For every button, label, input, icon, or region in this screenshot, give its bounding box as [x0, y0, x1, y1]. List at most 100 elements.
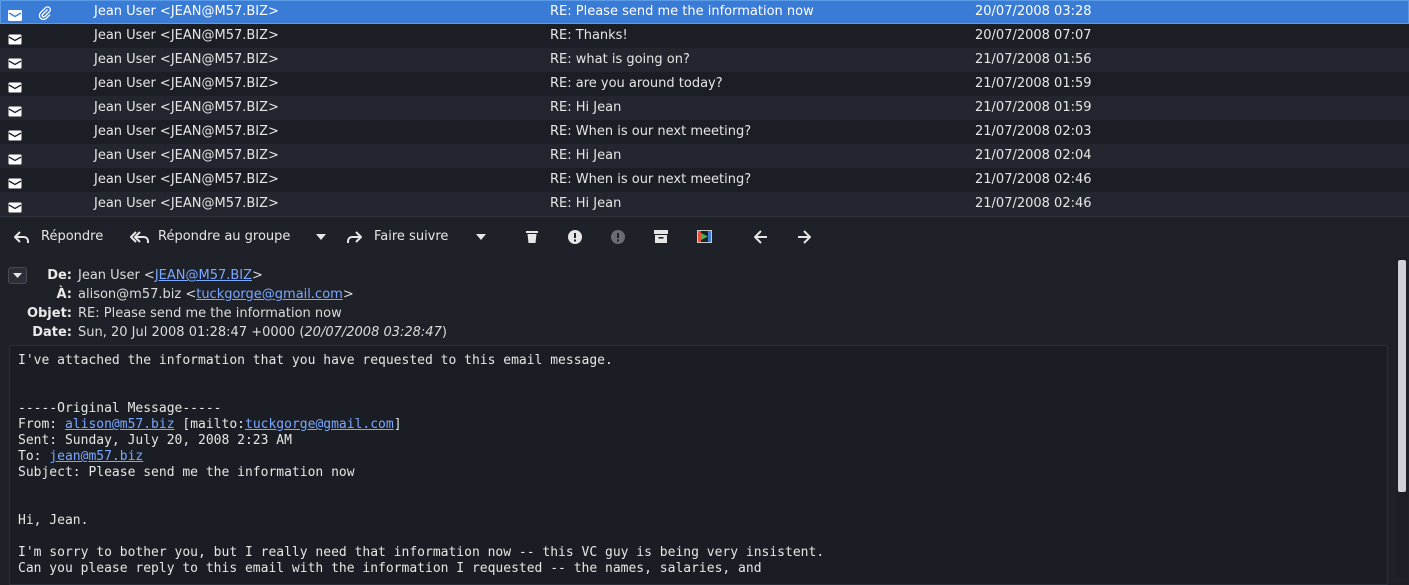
- body-blank: [10, 481, 1387, 497]
- mark-junk-button[interactable]: [563, 217, 587, 257]
- message-date: 21/07/2008 02:03: [975, 124, 1092, 139]
- print-button[interactable]: [692, 217, 716, 257]
- alert-icon: [568, 230, 582, 244]
- to-email-link[interactable]: tuckgorge@gmail.com: [196, 287, 343, 302]
- previous-button[interactable]: [749, 217, 773, 257]
- message-subject: RE: Please send me the information now: [550, 4, 814, 19]
- to-name: alison@m57.biz <: [78, 287, 197, 302]
- envelope-icon: [8, 78, 22, 93]
- message-header: De: Jean User <JEAN@M57.BIZ> À: alison@m…: [0, 257, 1395, 345]
- message-row[interactable]: Jean User <JEAN@M57.BIZ> RE: Hi Jean 21/…: [0, 192, 1409, 216]
- caret-down-icon: [316, 234, 326, 240]
- message-row[interactable]: Jean User <JEAN@M57.BIZ> RE: Please send…: [0, 0, 1409, 24]
- original-message-header: -----Original Message-----: [18, 401, 222, 416]
- message-from: Jean User <JEAN@M57.BIZ>: [94, 76, 279, 91]
- to-value: alison@m57.biz <tuckgorge@gmail.com>: [78, 287, 354, 302]
- message-row[interactable]: Jean User <JEAN@M57.BIZ> RE: When is our…: [0, 168, 1409, 192]
- reply-all-icon: [130, 231, 149, 243]
- envelope-icon: [8, 6, 22, 21]
- vertical-scrollbar-thumb[interactable]: [1398, 260, 1406, 492]
- message-row[interactable]: Jean User <JEAN@M57.BIZ> RE: what is goi…: [0, 48, 1409, 72]
- from-label: De:: [47, 268, 72, 283]
- date-close: ): [441, 325, 447, 340]
- message-date: 20/07/2008 07:07: [975, 28, 1092, 43]
- body-sent-line: Sent: Sunday, July 20, 2008 2:23 AM: [18, 433, 292, 448]
- message-from: Jean User <JEAN@M57.BIZ>: [94, 4, 279, 19]
- paperclip-icon: [38, 5, 52, 21]
- envelope-icon: [8, 54, 22, 69]
- body-blank: [10, 529, 1387, 545]
- message-subject: RE: Hi Jean: [550, 148, 622, 163]
- envelope-icon: [8, 126, 22, 141]
- message-row[interactable]: Jean User <JEAN@M57.BIZ> RE: are you aro…: [0, 72, 1409, 96]
- body-blank: [10, 497, 1387, 513]
- from-value: Jean User <JEAN@M57.BIZ>: [78, 268, 263, 283]
- message-from: Jean User <JEAN@M57.BIZ>: [94, 172, 279, 187]
- body-greeting: Hi, Jean.: [18, 513, 89, 528]
- body-paragraph: Can you please reply to this email with …: [18, 561, 762, 576]
- arrow-left-icon: [754, 230, 767, 244]
- message-date: 21/07/2008 02:46: [975, 196, 1092, 211]
- message-date: 21/07/2008 01:59: [975, 100, 1092, 115]
- body-mailto-link[interactable]: tuckgorge@gmail.com: [245, 417, 394, 432]
- message-date: 21/07/2008 01:59: [975, 76, 1092, 91]
- reply-all-menu-button[interactable]: [310, 217, 332, 257]
- to-label: À:: [56, 287, 72, 302]
- body-from-email-link[interactable]: alison@m57.biz: [65, 417, 175, 432]
- envelope-icon: [8, 198, 22, 213]
- body-subject-line: Subject: Please send me the information …: [18, 465, 355, 480]
- envelope-icon: [8, 150, 22, 165]
- delete-button[interactable]: [520, 217, 544, 257]
- to-close: >: [342, 287, 354, 302]
- print-icon: [697, 230, 712, 243]
- forward-button[interactable]: Faire suivre: [340, 217, 458, 257]
- subject-label: Objet:: [26, 306, 72, 321]
- reply-icon: [14, 231, 29, 243]
- reply-button[interactable]: Répondre: [8, 217, 108, 257]
- message-subject: RE: When is our next meeting?: [550, 124, 752, 139]
- from-name: Jean User <: [78, 268, 155, 283]
- message-subject: RE: Hi Jean: [550, 100, 622, 115]
- message-row[interactable]: Jean User <JEAN@M57.BIZ> RE: When is our…: [0, 120, 1409, 144]
- body-to-email-link[interactable]: jean@m57.biz: [49, 449, 143, 464]
- arrow-right-icon: [798, 230, 811, 244]
- subject-value: RE: Please send me the information now: [78, 306, 342, 321]
- message-date: 21/07/2008 02:04: [975, 148, 1092, 163]
- message-from: Jean User <JEAN@M57.BIZ>: [94, 28, 279, 43]
- message-list[interactable]: Jean User <JEAN@M57.BIZ> RE: Please send…: [0, 0, 1409, 216]
- message-subject: RE: Thanks!: [550, 28, 628, 43]
- from-close: >: [252, 268, 263, 283]
- reply-all-button[interactable]: Répondre au groupe: [124, 217, 296, 257]
- body-mailto-close: ]: [393, 417, 402, 432]
- date-label: Date:: [32, 325, 72, 340]
- date-utc: Sun, 20 Jul 2008 01:28:47 +0000 (: [78, 325, 305, 340]
- forward-label: Faire suivre: [374, 229, 449, 244]
- next-button[interactable]: [792, 217, 816, 257]
- message-from: Jean User <JEAN@M57.BIZ>: [94, 124, 279, 139]
- from-email-link[interactable]: JEAN@M57.BIZ: [155, 268, 252, 283]
- message-date: 21/07/2008 02:46: [975, 172, 1092, 187]
- message-row[interactable]: Jean User <JEAN@M57.BIZ> RE: Hi Jean 21/…: [0, 144, 1409, 168]
- archive-icon: [654, 230, 668, 243]
- message-subject: RE: Hi Jean: [550, 196, 622, 211]
- message-row[interactable]: Jean User <JEAN@M57.BIZ> RE: Hi Jean 21/…: [0, 96, 1409, 120]
- message-from: Jean User <JEAN@M57.BIZ>: [94, 52, 279, 67]
- message-subject: RE: are you around today?: [550, 76, 723, 91]
- message-toolbar: Répondre Répondre au groupe Faire suivre: [0, 216, 1409, 257]
- not-junk-button[interactable]: [606, 217, 630, 257]
- message-body[interactable]: I've attached the information that you h…: [9, 345, 1388, 585]
- message-date: 20/07/2008 03:28: [975, 4, 1092, 19]
- archive-button[interactable]: [649, 217, 673, 257]
- envelope-icon: [8, 174, 22, 189]
- envelope-icon: [8, 30, 22, 45]
- date-local: 20/07/2008 03:28:47: [304, 325, 442, 340]
- message-subject: RE: what is going on?: [550, 52, 690, 67]
- body-line: I've attached the information that you h…: [18, 353, 613, 368]
- forward-menu-button[interactable]: [470, 217, 492, 257]
- message-from: Jean User <JEAN@M57.BIZ>: [94, 148, 279, 163]
- message-subject: RE: When is our next meeting?: [550, 172, 752, 187]
- body-mailto-prefix: [mailto:: [174, 417, 245, 432]
- reply-all-label: Répondre au groupe: [158, 229, 291, 244]
- message-row[interactable]: Jean User <JEAN@M57.BIZ> RE: Thanks! 20/…: [0, 24, 1409, 48]
- body-from-line: From: alison@m57.biz [mailto:tuckgorge@g…: [10, 417, 1387, 433]
